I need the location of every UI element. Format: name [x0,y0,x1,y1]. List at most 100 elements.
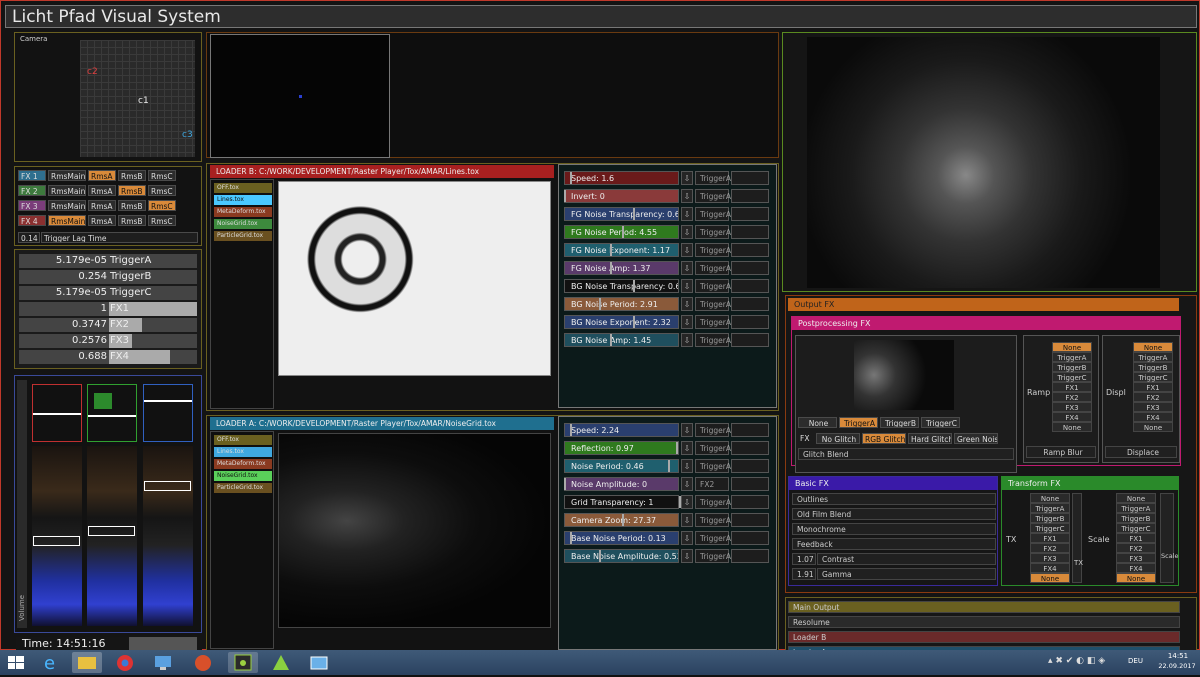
a-param-trigger-extra[interactable] [731,477,769,491]
a-file-noisegrid[interactable]: NoiseGrid.tox [214,471,272,481]
b-param-trigger[interactable]: TriggerA [695,243,731,257]
b-file-off[interactable]: OFF.tox [214,183,272,193]
b-param-arrow-icon[interactable]: ⇩ [681,297,693,311]
b-param-trigger[interactable]: TriggerA [695,297,731,311]
displ-option-triggerb[interactable]: TriggerB [1133,362,1173,372]
b-param-1[interactable]: Speed: 1.6 [564,171,679,185]
b-param-trigger-extra[interactable] [731,297,769,311]
b-param-arrow-icon[interactable]: ⇩ [681,261,693,275]
b-file-particlegrid[interactable]: ParticleGrid.tox [214,231,272,241]
displ-option-none[interactable]: None [1133,342,1173,352]
pp-trigger-triggera[interactable]: TriggerA [839,417,878,428]
pp-trigger-triggerb[interactable]: TriggerB [880,417,919,428]
a-param-trigger-extra[interactable] [731,513,769,527]
camera-point-c3[interactable]: c3 [182,130,193,140]
tx-option-none[interactable]: None [1030,493,1070,503]
a-param-trigger-extra[interactable] [731,531,769,545]
tx-option-triggerb[interactable]: TriggerB [1030,513,1070,523]
a-param-trigger[interactable]: FX2 [695,477,729,491]
a-param-arrow-icon[interactable]: ⇩ [681,531,693,545]
a-param-trigger[interactable]: TriggerA [695,513,731,527]
b-param-trigger-extra[interactable] [731,207,769,221]
fx-row-3-rmsc[interactable]: RmsC [148,200,176,211]
b-param-arrow-icon[interactable]: ⇩ [681,315,693,329]
fx-row-2-rmsb[interactable]: RmsB [118,185,146,196]
a-param-trigger-extra[interactable] [731,441,769,455]
b-param-7[interactable]: BG Noise Transparency: 0.6 [564,279,679,293]
value-row[interactable]: 0.688 FX4 [19,350,197,364]
basic-slider-value[interactable]: 1.91 [792,568,816,580]
tx-option-fx4[interactable]: FX4 [1030,563,1070,573]
b-param-trigger-extra[interactable] [731,243,769,257]
b-param-trigger-extra[interactable] [731,279,769,293]
displ-option-fx1[interactable]: FX1 [1133,382,1173,392]
b-param-arrow-icon[interactable]: ⇩ [681,333,693,347]
b-param-trigger[interactable]: TriggerA [695,333,731,347]
b-param-trigger[interactable]: TriggerA [695,207,731,221]
b-param-trigger-extra[interactable] [731,171,769,185]
glitch-rgb-glitch[interactable]: RGB Glitch [862,433,906,444]
displ-option-fx4[interactable]: FX4 [1133,412,1173,422]
fx-row-1-rmsa[interactable]: RmsA [88,170,116,181]
scale-option-triggerb[interactable]: TriggerB [1116,513,1156,523]
tx-option-triggerc[interactable]: TriggerC [1030,523,1070,533]
glitch-hard-glitch[interactable]: Hard Glitch [908,433,952,444]
app-icon-window[interactable] [304,652,334,673]
camera-point-c2[interactable]: c2 [87,67,98,77]
pp-trigger-triggerc[interactable]: TriggerC [921,417,960,428]
b-param-6[interactable]: FG Noise Amp: 1.37 [564,261,679,275]
a-param-arrow-icon[interactable]: ⇩ [681,441,693,455]
remote-desktop-icon[interactable] [148,652,178,673]
ramp-blur-button[interactable]: Ramp Blur [1026,446,1096,458]
a-param-arrow-icon[interactable]: ⇩ [681,459,693,473]
a-param-trigger[interactable]: TriggerA [695,423,731,437]
scale-option-fx2[interactable]: FX2 [1116,543,1156,553]
output-resolume[interactable]: Resolume [788,616,1180,628]
tx-option-none[interactable]: None [1030,573,1070,583]
value-row[interactable]: 1 FX1 [19,302,197,316]
chrome-icon[interactable] [110,652,140,673]
a-file-particlegrid[interactable]: ParticleGrid.tox [214,483,272,493]
tray-date[interactable]: 22.09.2017 [1156,662,1198,670]
scale-option-triggera[interactable]: TriggerA [1116,503,1156,513]
a-param-trigger-extra[interactable] [731,549,769,563]
displ-option-triggera[interactable]: TriggerA [1133,352,1173,362]
basic-fx-old-film-blend[interactable]: Old Film Blend [792,508,996,520]
displ-option-fx2[interactable]: FX2 [1133,392,1173,402]
b-param-2[interactable]: Invert: 0 [564,189,679,203]
app-icon-green[interactable] [266,652,296,673]
ramp-option-triggerc[interactable]: TriggerC [1052,372,1092,382]
basic-fx-outlines[interactable]: Outlines [792,493,996,505]
output-main-output[interactable]: Main Output [788,601,1180,613]
a-param-3[interactable]: Noise Period: 0.46 [564,459,679,473]
b-file-metadeform[interactable]: MetaDeform.tox [214,207,272,217]
fx-row-3-rmsmain[interactable]: RmsMain [48,200,86,211]
fx-row-1-rmsc[interactable]: RmsC [148,170,176,181]
scale-slider[interactable] [1160,493,1174,583]
a-param-trigger-extra[interactable] [731,423,769,437]
ramp-option-fx4[interactable]: FX4 [1052,412,1092,422]
fx-row-4-rmsa[interactable]: RmsA [88,215,116,226]
lag-value[interactable]: 0.14 [18,232,40,243]
a-param-arrow-icon[interactable]: ⇩ [681,477,693,491]
value-row[interactable]: 0.2576 FX3 [19,334,197,348]
fx-row-3-rmsb[interactable]: RmsB [118,200,146,211]
app-icon-red[interactable] [188,652,218,673]
a-file-lines[interactable]: Lines.tox [214,447,272,457]
a-param-arrow-icon[interactable]: ⇩ [681,423,693,437]
b-param-trigger[interactable]: TriggerA [695,261,731,275]
b-param-trigger-extra[interactable] [731,225,769,239]
a-param-8[interactable]: Base Noise Amplitude: 0.53 [564,549,679,563]
tx-slider[interactable] [1072,493,1082,583]
scale-option-none[interactable]: None [1116,573,1156,583]
ramp-option-none[interactable]: None [1052,422,1092,432]
b-param-arrow-icon[interactable]: ⇩ [681,279,693,293]
a-param-trigger-extra[interactable] [731,459,769,473]
glitch-no-glitch[interactable]: No Glitch [816,433,860,444]
ramp-option-fx3[interactable]: FX3 [1052,402,1092,412]
b-param-trigger[interactable]: TriggerA [695,171,731,185]
b-param-5[interactable]: FG Noise Exponent: 1.17 [564,243,679,257]
b-param-trigger[interactable]: TriggerA [695,279,731,293]
a-param-arrow-icon[interactable]: ⇩ [681,549,693,563]
explorer-icon[interactable] [72,652,102,673]
